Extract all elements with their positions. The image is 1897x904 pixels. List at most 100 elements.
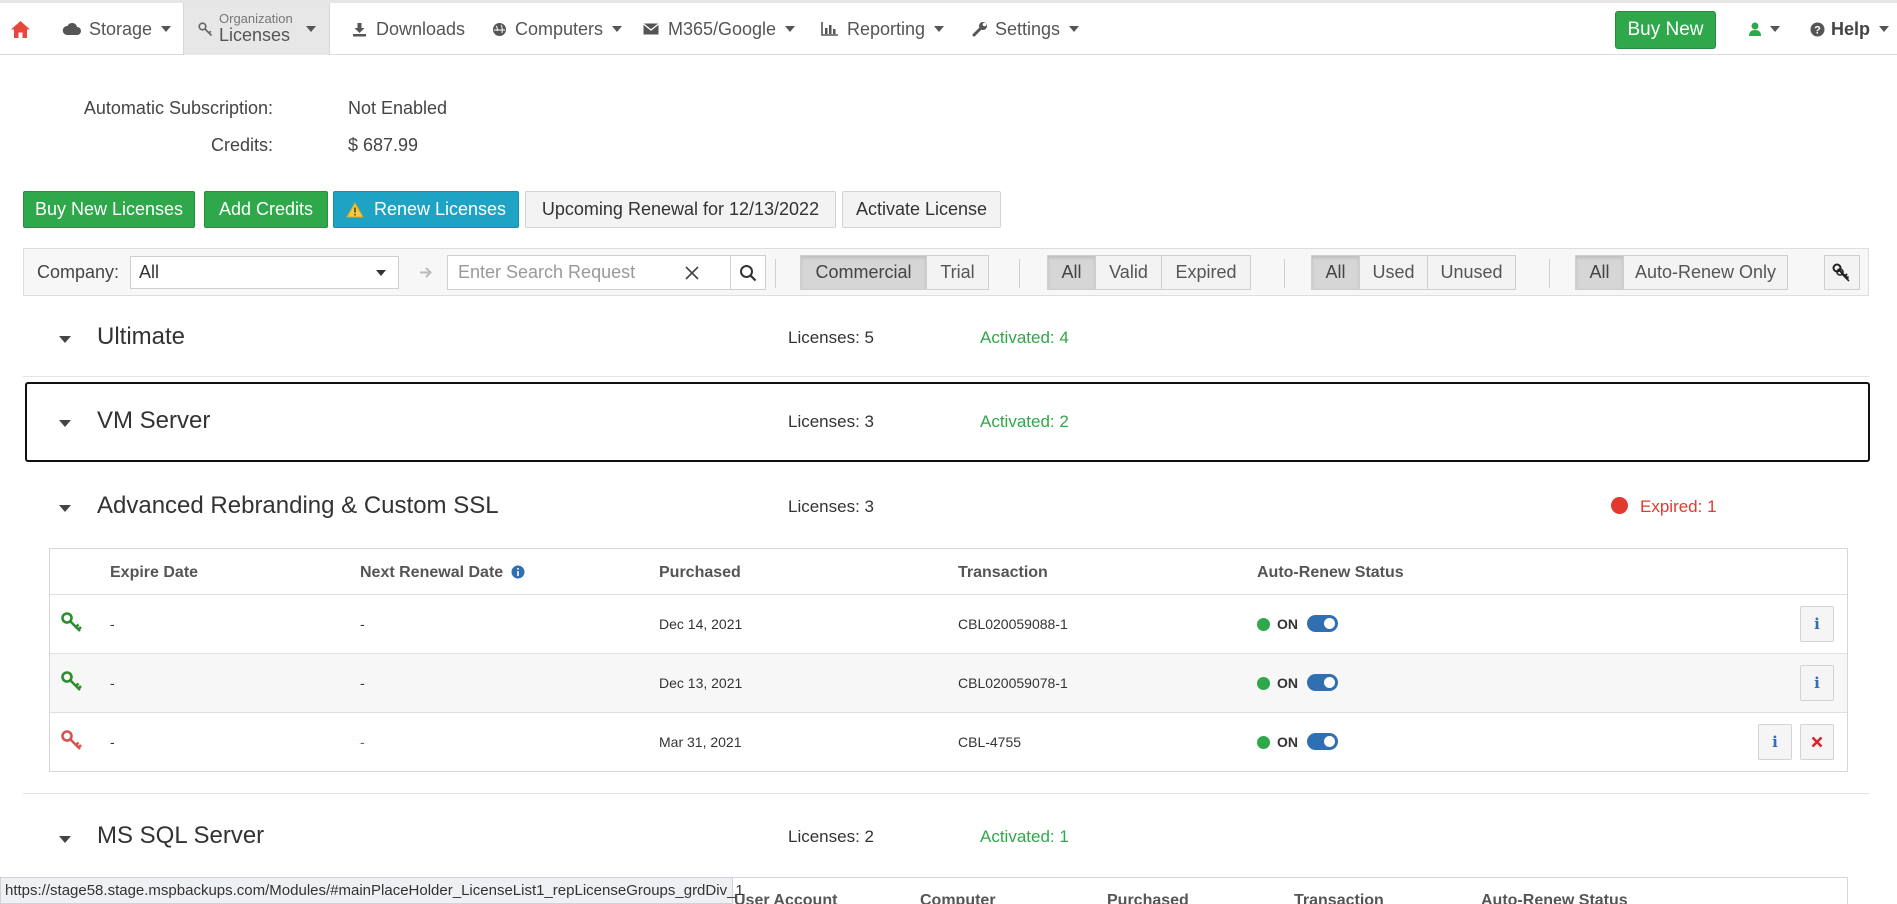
col-user-account[interactable]: User Account — [734, 892, 837, 904]
search-box — [447, 255, 731, 290]
status-bar-url: https://stage58.stage.mspbackups.com/Mod… — [0, 877, 744, 904]
nav-help-label: Help — [1831, 18, 1871, 39]
cell-purchased: Dec 13, 2021 — [659, 675, 743, 691]
filter-renew-all[interactable]: All — [1575, 255, 1624, 290]
info-button[interactable]: i — [1800, 606, 1834, 642]
status-dot-icon — [1257, 618, 1270, 631]
key-icon — [61, 671, 82, 691]
group-title-vm-server[interactable]: VM Server — [97, 407, 210, 435]
nav-settings[interactable]: Settings — [972, 3, 1080, 55]
col-purchased[interactable]: Purchased — [1107, 892, 1189, 904]
nav-m365-google[interactable]: M365/Google — [643, 3, 796, 55]
auto-renew-toggle[interactable] — [1307, 615, 1338, 632]
group-collapse-toggle[interactable] — [59, 420, 71, 427]
buy-new-licenses-button[interactable]: Buy New Licenses — [23, 191, 195, 228]
home-icon — [11, 20, 30, 38]
nav-settings-label: Settings — [995, 18, 1061, 39]
group-collapse-toggle[interactable] — [59, 336, 71, 343]
upcoming-renewal-button[interactable]: Upcoming Renewal for 12/13/2022 — [525, 191, 836, 228]
col-computer[interactable]: Computer — [920, 892, 996, 904]
group-activated-count: Activated: 1 — [980, 827, 1069, 846]
user-menu[interactable] — [1749, 3, 1780, 55]
filter-trial[interactable]: Trial — [926, 255, 989, 290]
info-icon: i — [1814, 674, 1820, 692]
col-next-renewal-date[interactable]: Next Renewal Date — [360, 564, 525, 582]
company-select[interactable]: All — [130, 256, 399, 289]
filter-validity-all[interactable]: All — [1047, 255, 1096, 290]
status-dot-icon — [1257, 677, 1270, 690]
cell-next-renewal: - — [360, 616, 365, 632]
cell-transaction: CBL020059088-1 — [958, 616, 1068, 632]
filter-valid[interactable]: Valid — [1095, 255, 1162, 290]
info-circle-icon[interactable] — [511, 565, 525, 579]
auto-renew-toggle[interactable] — [1307, 674, 1338, 691]
group-title-ultimate[interactable]: Ultimate — [97, 323, 185, 351]
table-row: - - Mar 31, 2021 CBL-4755 ON i — [50, 712, 1847, 772]
nav-organization-licenses[interactable]: Organization Licenses — [183, 3, 330, 55]
auto-subscription-label: Automatic Subscription: — [83, 98, 273, 118]
info-button[interactable]: i — [1800, 665, 1834, 701]
table-row: - - Dec 14, 2021 CBL020059088-1 ON i — [50, 594, 1847, 654]
filter-unused[interactable]: Unused — [1427, 255, 1516, 290]
auto-renew-toggle[interactable] — [1307, 733, 1338, 750]
search-icon — [740, 264, 757, 281]
clear-icon[interactable] — [684, 265, 700, 281]
cell-next-renewal: - — [360, 734, 365, 750]
svg-text:?: ? — [1814, 24, 1821, 36]
col-auto-renew-status[interactable]: Auto-Renew Status — [1257, 564, 1404, 582]
col-expire-date[interactable]: Expire Date — [110, 564, 198, 582]
activate-license-button[interactable]: Activate License — [842, 191, 1001, 228]
delete-button[interactable] — [1800, 724, 1834, 760]
info-icon: i — [1772, 733, 1778, 751]
cell-transaction: CBL-4755 — [958, 734, 1022, 750]
renew-filter: All Auto-Renew Only — [1575, 255, 1788, 290]
col-auto-renew-status[interactable]: Auto-Renew Status — [1481, 892, 1628, 904]
nav-downloads[interactable]: Downloads — [352, 3, 465, 55]
filter-used[interactable]: Used — [1359, 255, 1428, 290]
group-row-vm-server[interactable] — [25, 382, 1870, 462]
search-input[interactable] — [456, 261, 680, 284]
table-row: - - Dec 13, 2021 CBL020059078-1 ON i — [50, 653, 1847, 713]
cell-expire-date: - — [110, 675, 115, 691]
group-collapse-toggle[interactable] — [59, 505, 71, 512]
add-credits-button[interactable]: Add Credits — [204, 191, 328, 228]
download-icon — [353, 22, 366, 36]
home-button[interactable] — [10, 3, 40, 55]
group-collapse-toggle[interactable] — [59, 836, 71, 843]
nav-storage[interactable]: Storage — [62, 3, 172, 55]
nav-computers[interactable]: Computers — [492, 3, 623, 55]
keys-button[interactable] — [1824, 255, 1860, 290]
cell-next-renewal: - — [360, 675, 365, 691]
type-filter: Commercial Trial — [800, 255, 989, 290]
company-label: Company: — [37, 262, 120, 282]
col-purchased[interactable]: Purchased — [659, 564, 741, 582]
cell-auto-renew-status: ON — [1277, 675, 1298, 691]
buy-new-button[interactable]: Buy New — [1615, 11, 1716, 49]
col-transaction[interactable]: Transaction — [1294, 892, 1384, 904]
group-activated-count: Activated: 2 — [980, 412, 1069, 431]
nav-help[interactable]: ? Help — [1810, 3, 1890, 55]
nav-reporting[interactable]: Reporting — [821, 3, 945, 55]
renew-licenses-button[interactable]: Renew Licenses — [333, 191, 519, 228]
info-button[interactable]: i — [1758, 724, 1792, 760]
filter-expired[interactable]: Expired — [1161, 255, 1251, 290]
group-licenses-count: Licenses: 3 — [788, 412, 874, 431]
cell-expire-date: - — [110, 734, 115, 750]
cell-purchased: Mar 31, 2021 — [659, 734, 742, 750]
divider — [23, 376, 1869, 377]
group-title-advanced-rebranding[interactable]: Advanced Rebranding & Custom SSL — [97, 492, 499, 520]
user-icon — [1749, 22, 1761, 36]
wrench-icon — [972, 22, 987, 37]
filter-commercial[interactable]: Commercial — [800, 255, 927, 290]
nav-storage-label: Storage — [89, 18, 153, 39]
group-title-ms-sql-server[interactable]: MS SQL Server — [97, 822, 264, 850]
usage-filter: All Used Unused — [1311, 255, 1516, 290]
top-navbar: Storage Organization Licenses Downloads … — [0, 0, 1897, 55]
chevron-down-icon — [785, 26, 796, 32]
warning-icon — [346, 201, 364, 217]
filter-usage-all[interactable]: All — [1311, 255, 1360, 290]
search-button[interactable] — [730, 255, 766, 290]
filter-auto-renew-only[interactable]: Auto-Renew Only — [1623, 255, 1788, 290]
col-transaction[interactable]: Transaction — [958, 564, 1048, 582]
cell-transaction: CBL020059078-1 — [958, 675, 1068, 691]
